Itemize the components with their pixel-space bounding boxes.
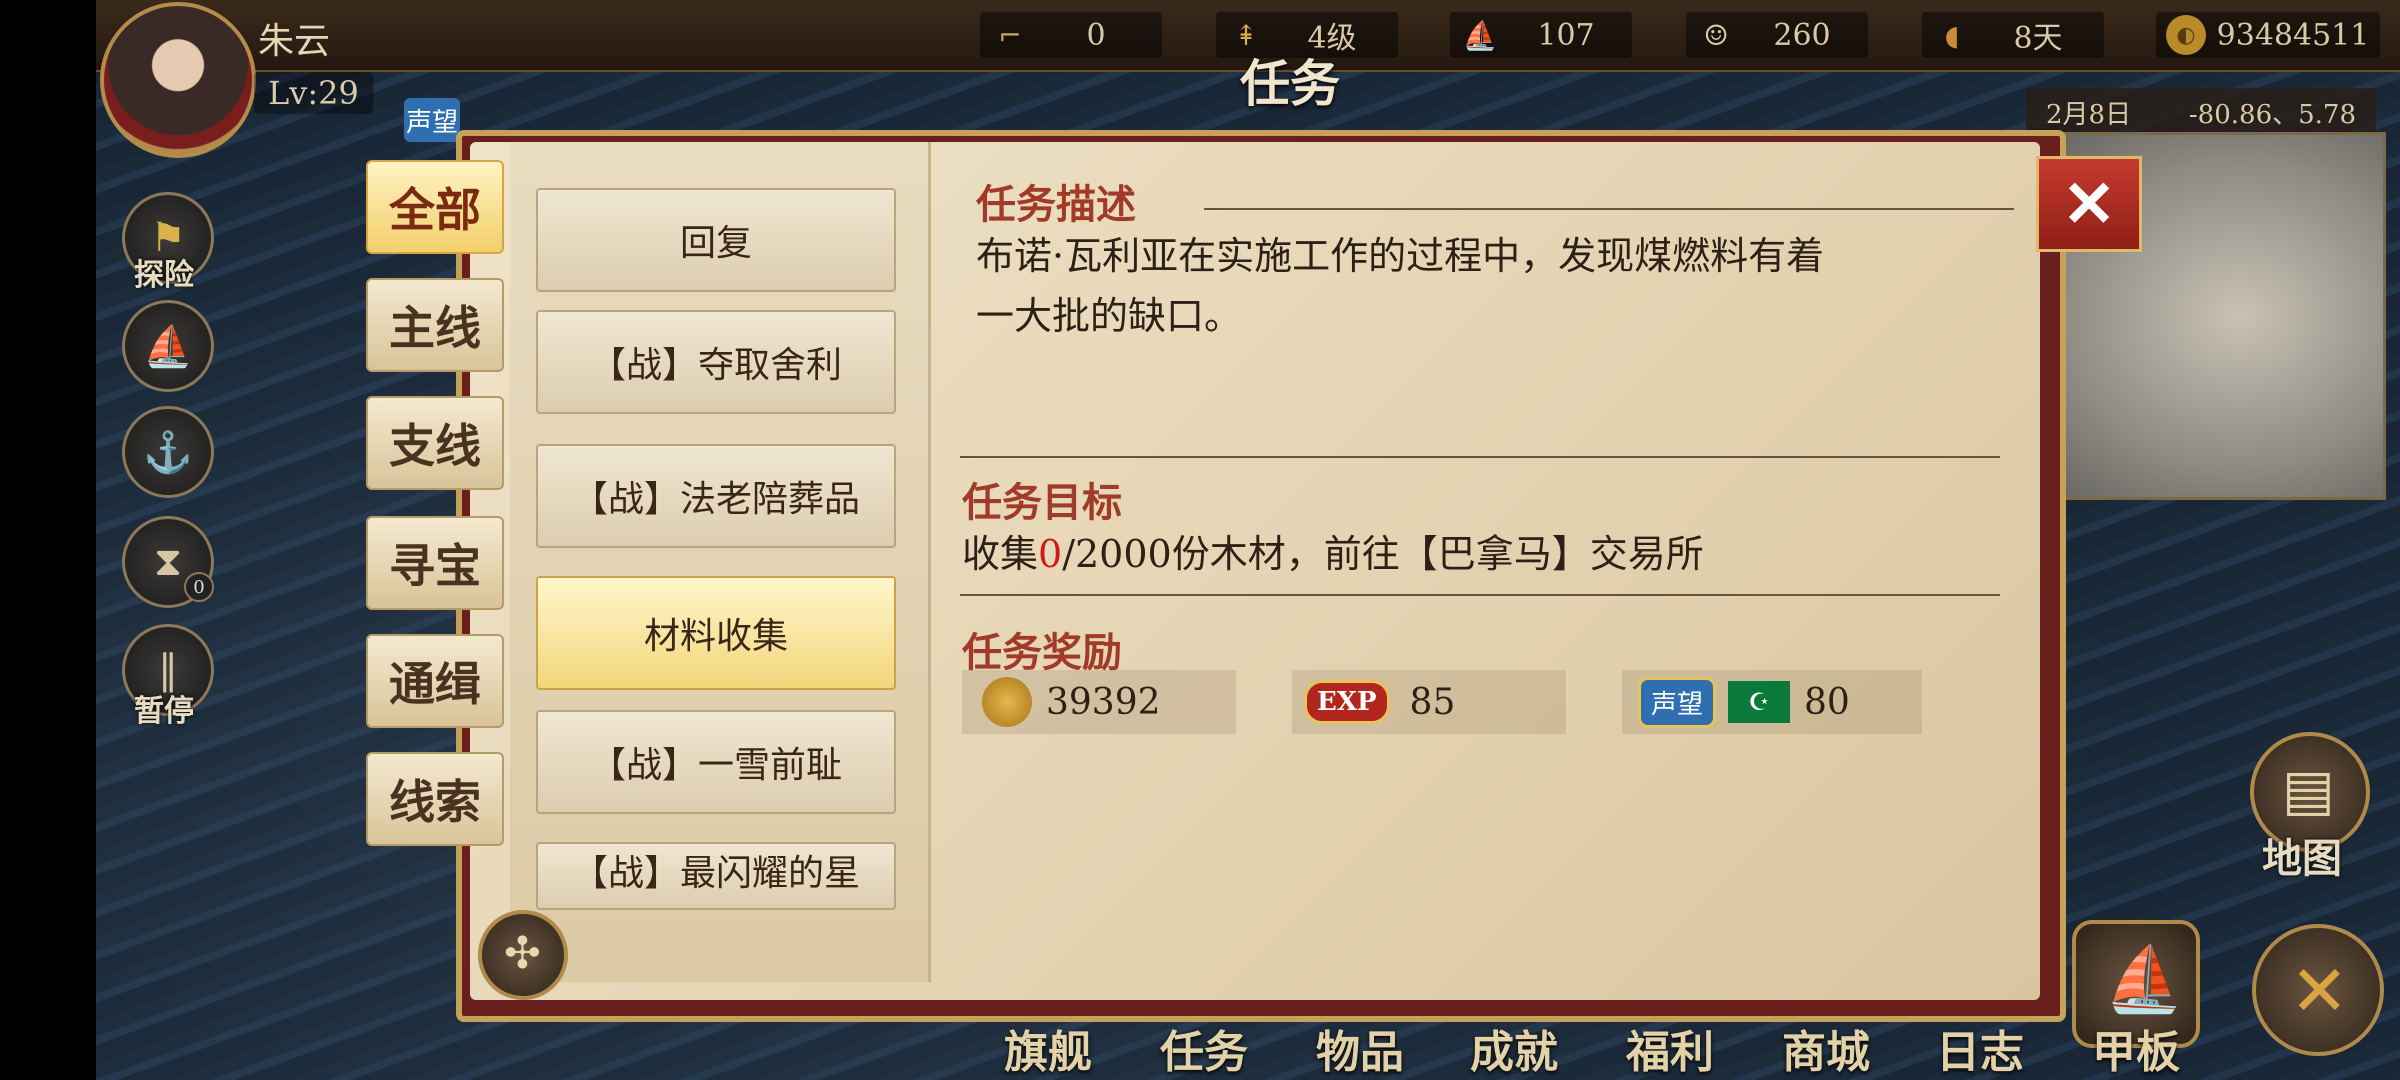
compass-button[interactable]: ✣ (478, 910, 568, 1000)
compass-icon: ✣ (504, 928, 541, 979)
quest-item[interactable]: 【战】最闪耀的星 (536, 842, 896, 910)
nav-quests[interactable]: 任务 (1160, 1016, 1248, 1080)
hourglass-count-badge: 0 (184, 572, 214, 602)
gold-coin-icon: ◐ (2166, 15, 2206, 55)
close-icon: ✕ (2062, 166, 2116, 242)
reward-gold: 39392 (962, 670, 1236, 734)
quest-item[interactable]: 【战】法老陪葬品 (536, 444, 896, 548)
category-tab-treasure[interactable]: 寻宝 (366, 516, 504, 610)
category-tab-wanted[interactable]: 通缉 (366, 634, 504, 728)
nav-achievements[interactable]: 成就 (1470, 1016, 1558, 1080)
hourglass-icon: ⧗ (153, 539, 183, 585)
minimap-coords: -80.86、5.78 (2188, 100, 2356, 130)
goal-progress: 0 (1038, 532, 1063, 576)
map-label: 地图 (2262, 835, 2342, 882)
bread-icon: ◖ (1944, 18, 1960, 52)
category-tab-clues[interactable]: 线索 (366, 752, 504, 846)
category-tab-main[interactable]: 主线 (366, 278, 504, 372)
divider (960, 594, 2000, 596)
resource-gold: ◐ 93484511 (2156, 12, 2380, 58)
reputation-icon: 声望 (1638, 676, 1717, 728)
goal-suffix: /2000份木材，前往【巴拿马】交易所 (1062, 532, 1704, 576)
ship-icon: ⛵ (1462, 18, 1498, 52)
explore-label: 探险 (134, 258, 194, 293)
crew-icon: ☺ (1703, 18, 1729, 52)
quest-item[interactable]: 【战】夺取舍利 (536, 310, 896, 414)
resource-food: ◖ 8天 (1922, 12, 2104, 58)
nation-flag-icon: ☪ (1728, 681, 1791, 723)
divider (1204, 208, 2014, 210)
description-line: 布诺·瓦利亚在实施工作的过程中，发现煤燃料有着 (976, 234, 1825, 278)
close-button[interactable]: ✕ (2036, 156, 2142, 252)
pause-label: 暂停 (134, 694, 194, 729)
boot-icon: ⌐ (998, 18, 1022, 52)
goal-title: 任务目标 (962, 479, 1122, 526)
minimap-date: 2月8日 (2046, 100, 2132, 130)
category-tab-all[interactable]: 全部 (366, 160, 504, 254)
window-title: 任务 (1240, 54, 1340, 113)
goal-prefix: 收集 (962, 532, 1039, 576)
resource-sailors: ⌐ 0 (980, 12, 1162, 58)
nav-items[interactable]: 物品 (1316, 1016, 1404, 1080)
category-tab-side[interactable]: 支线 (366, 396, 504, 490)
description-line: 一大批的缺口。 (976, 294, 1243, 338)
quest-item-selected[interactable]: 材料收集 (536, 576, 896, 690)
description-text: 布诺·瓦利亚在实施工作的过程中，发现煤燃料有着 一大批的缺口。 (976, 226, 1996, 346)
minimap-header: 2月8日 -80.86、5.78 (2026, 88, 2376, 132)
anchor-icon: ⚓ (143, 429, 193, 476)
nav-deck[interactable]: 甲板 (2092, 1016, 2180, 1080)
resource-crew: ☺ 260 (1686, 12, 1868, 58)
crossed-swords-icon: ✕ (2290, 950, 2349, 1032)
ship-icon: ⛵ (2104, 943, 2184, 1017)
nav-log[interactable]: 日志 (1936, 1016, 2024, 1080)
fleet-button[interactable]: ⛵ (122, 300, 214, 392)
port-button[interactable]: ⚓ (122, 406, 214, 498)
resource-ships: ⛵ 107 (1450, 12, 1632, 58)
goal-text: 收集0/2000份木材，前往【巴拿马】交易所 (962, 524, 1704, 584)
sail-icon: ⛵ (143, 323, 193, 370)
description-title: 任务描述 (976, 181, 1136, 228)
reward-reputation: 声望 ☪ 80 (1622, 670, 1922, 734)
action-button[interactable]: ✕ (2252, 924, 2384, 1056)
player-name: 朱云 (258, 21, 331, 62)
nav-benefits[interactable]: 福利 (1626, 1016, 1714, 1080)
nav-flagship[interactable]: 旗舰 (1004, 1016, 1092, 1080)
gold-coin-icon (982, 677, 1032, 727)
player-avatar[interactable] (100, 2, 256, 158)
player-level: Lv:29 (254, 72, 373, 114)
nav-shop[interactable]: 商城 (1782, 1016, 1870, 1080)
exp-icon: EXP (1304, 680, 1390, 724)
divider (960, 456, 2000, 458)
reputation-tag[interactable]: 声望 (404, 98, 460, 142)
reward-exp: EXP 85 (1292, 670, 1566, 734)
quest-item[interactable]: 回复 (536, 188, 896, 292)
quest-item[interactable]: 【战】一雪前耻 (536, 710, 896, 814)
scroll-map-icon: ▤ (2282, 758, 2335, 823)
